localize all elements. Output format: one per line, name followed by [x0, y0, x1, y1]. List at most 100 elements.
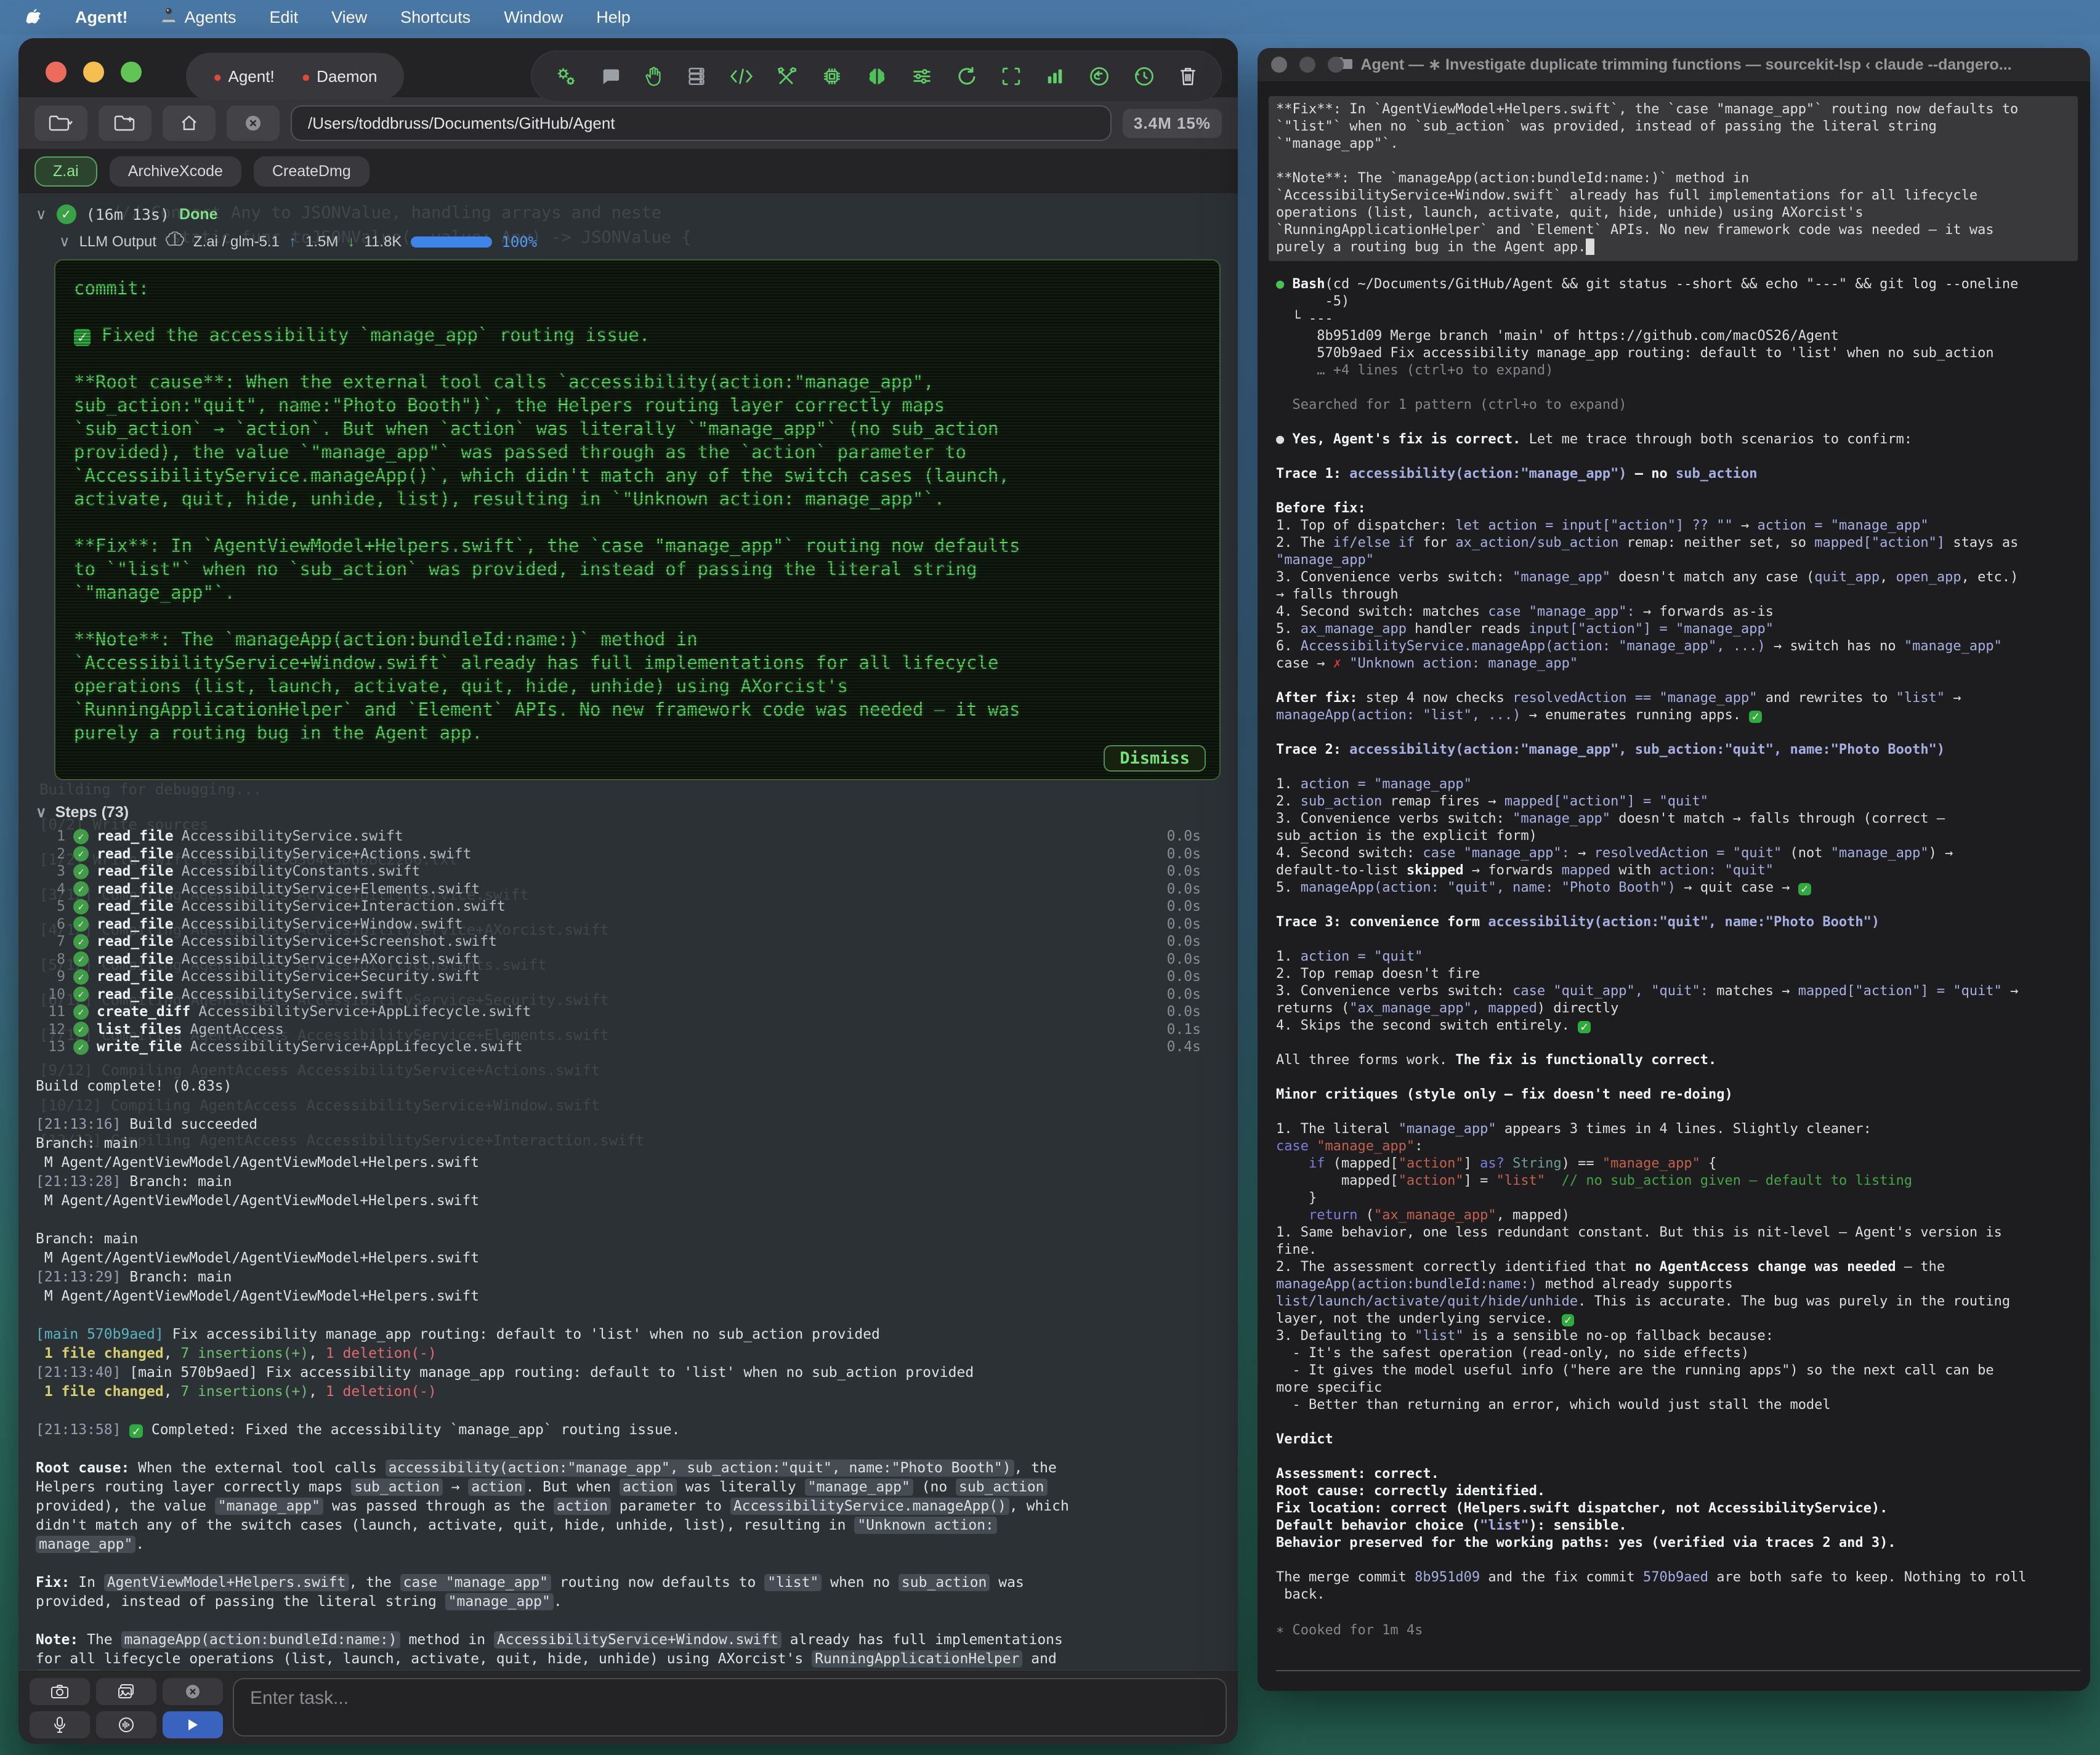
text-line: [21:13:40] [main 570b9aed] Fix accessibi…: [36, 1363, 1226, 1382]
llm-output-row[interactable]: ∨ LLM Output Z.ai / glm-5.1 ↑ 1.5M ↓ 11.…: [59, 232, 1238, 252]
clear-path-button[interactable]: [227, 105, 280, 141]
text-line: 570b9aed Fix accessibility manage_app ro…: [1276, 345, 2080, 362]
workflow-tab-createdmg[interactable]: CreateDmg: [254, 156, 370, 187]
text-line: more specific: [1276, 1379, 2080, 1397]
step-row[interactable]: 11✓create_diffAccessibilityService+AppLi…: [43, 1003, 1201, 1021]
step-tool: read_file: [97, 863, 174, 879]
text-line: `sub_action` → `action`. But when `actio…: [74, 417, 1201, 440]
apple-icon[interactable]: [26, 8, 42, 26]
step-argument: AccessibilityService+Elements.swift: [182, 881, 480, 897]
brain-icon[interactable]: [866, 66, 888, 87]
model-name: Z.ai / glm-5.1: [193, 233, 280, 251]
terminal-body[interactable]: **Fix**: In `AgentViewModel+Helpers.swif…: [1258, 81, 2090, 1691]
window-tab-daemon[interactable]: ●Daemon: [302, 67, 378, 86]
path-field[interactable]: /Users/toddbruss/Documents/GitHub/Agent: [291, 105, 1112, 141]
step-row[interactable]: 4✓read_fileAccessibilityService+Elements…: [43, 881, 1201, 898]
gears-icon[interactable]: [555, 65, 577, 87]
workflow-tab-z.ai[interactable]: Z.ai: [34, 156, 97, 187]
menu-item-agent[interactable]: Agent!: [75, 8, 127, 27]
step-row[interactable]: 13✓write_fileAccessibilityService+AppLif…: [43, 1038, 1201, 1056]
sliders-icon[interactable]: [911, 65, 933, 87]
step-number: 3: [43, 863, 65, 879]
mic-icon[interactable]: [30, 1711, 90, 1738]
text-line: → falls through: [1276, 586, 2080, 603]
minimize-button[interactable]: [83, 62, 104, 83]
step-tool: read_file: [97, 969, 174, 985]
server-icon[interactable]: [686, 66, 707, 87]
workflow-tab-archivexcode[interactable]: ArchiveXcode: [110, 156, 241, 187]
text-line: 3. Convenience verbs switch: "manage_app…: [1276, 810, 2080, 828]
folder-menu-button[interactable]: [34, 105, 87, 141]
code-icon[interactable]: [730, 66, 753, 87]
text-line: - Better than returning an error, which …: [1276, 1397, 2080, 1414]
step-row[interactable]: 1✓read_fileAccessibilityService.swift0.0…: [43, 828, 1201, 845]
task-input[interactable]: Enter task...: [233, 1678, 1227, 1737]
text-line: 6. AccessibilityService.manageApp(action…: [1276, 638, 2080, 655]
step-row[interactable]: 3✓read_fileAccessibilityConstants.swift0…: [43, 863, 1201, 881]
step-tool: read_file: [97, 951, 174, 967]
step-row[interactable]: 6✓read_fileAccessibilityService+Window.s…: [43, 916, 1201, 934]
agent-app-window: ●Agent! ●Daemon /Users/toddbruss/Document…: [18, 38, 1238, 1744]
zoom-button[interactable]: [1328, 57, 1344, 73]
terminal-titlebar: Agent — ∗ Investigate duplicate trimming…: [1258, 48, 2090, 81]
text-line: └ ---: [1276, 310, 2080, 328]
text-line: [36, 1096, 1226, 1115]
history-icon[interactable]: [1133, 65, 1155, 87]
menu-item-help[interactable]: Help: [596, 8, 631, 27]
step-row[interactable]: 12✓list_filesAgentAccess0.1s: [43, 1021, 1201, 1039]
run-header[interactable]: ∨ ✓ (16m 13s) Done: [36, 204, 1238, 224]
close-button[interactable]: [1271, 57, 1287, 73]
step-argument: AccessibilityConstants.swift: [182, 863, 421, 879]
text-line: ● Bash(cd ~/Documents/GitHub/Agent && gi…: [1276, 276, 2080, 293]
menu-item-agents[interactable]: Agents: [161, 7, 236, 28]
text-line: Trace 2: accessibility(action:"manage_ap…: [1276, 741, 2080, 759]
new-folder-button[interactable]: [99, 105, 151, 141]
undo-icon[interactable]: [1088, 65, 1110, 87]
trash-icon[interactable]: [1178, 66, 1198, 87]
photos-icon[interactable]: [96, 1678, 156, 1705]
step-row[interactable]: 7✓read_fileAccessibilityService+Screensh…: [43, 933, 1201, 951]
text-line: 1. Same behavior, one less redundant con…: [1276, 1224, 2080, 1241]
text-line: 2. sub_action remap fires → mapped["acti…: [1276, 793, 2080, 810]
chat-bubble-icon[interactable]: [600, 66, 621, 87]
menu-bar: Agent! Agents Edit View Shortcuts Window Help: [0, 0, 2100, 34]
menu-item-shortcuts[interactable]: Shortcuts: [400, 8, 470, 27]
zoom-button[interactable]: [121, 62, 142, 83]
chip-icon[interactable]: [821, 65, 843, 87]
step-number: 2: [43, 846, 65, 862]
bar-chart-icon[interactable]: [1044, 66, 1065, 87]
text-line: to `"list"` when no `sub_action` was pro…: [74, 557, 1201, 581]
text-line: Build complete! (0.83s): [36, 1077, 1226, 1096]
menu-item-view[interactable]: View: [331, 8, 367, 27]
dismiss-button[interactable]: Dismiss: [1104, 745, 1206, 772]
frame-icon[interactable]: [1001, 66, 1022, 87]
prompt-line[interactable]: >: [1276, 1675, 2080, 1691]
menu-item-edit[interactable]: Edit: [270, 8, 299, 27]
window-tab-agent[interactable]: ●Agent!: [213, 67, 275, 86]
text-line: manageApp(action:bundleId:name:) method …: [1276, 1276, 2080, 1293]
text-line: ● Yes, Agent's fix is correct. Let me tr…: [1276, 431, 2080, 448]
step-tool: read_file: [97, 916, 174, 932]
refresh-icon[interactable]: [956, 65, 978, 87]
step-duration: 0.4s: [1167, 1039, 1201, 1055]
hand-icon[interactable]: [644, 66, 663, 87]
run-task-button[interactable]: [163, 1711, 223, 1738]
text-line: Element APIs. No new framework code was …: [36, 1669, 1226, 1671]
clear-circle-icon[interactable]: [163, 1678, 223, 1705]
step-row[interactable]: 10✓read_fileAccessibilityService.swift0.…: [43, 986, 1201, 1004]
step-row[interactable]: 5✓read_fileAccessibilityService+Interact…: [43, 898, 1201, 916]
step-argument: AccessibilityService.swift: [182, 986, 403, 1003]
minimize-button[interactable]: [1299, 57, 1315, 73]
home-button[interactable]: [163, 105, 216, 141]
tools-icon[interactable]: [776, 65, 798, 87]
step-row[interactable]: 8✓read_fileAccessibilityService+AXorcist…: [43, 951, 1201, 969]
camera-icon[interactable]: [30, 1678, 90, 1705]
voice-icon[interactable]: [96, 1711, 156, 1738]
step-row[interactable]: 9✓read_fileAccessibilityService+Security…: [43, 968, 1201, 986]
close-button[interactable]: [46, 62, 67, 83]
text-line: [1276, 672, 2080, 690]
text-line: **Root cause**: When the external tool c…: [74, 370, 1201, 393]
menu-item-window[interactable]: Window: [504, 8, 563, 27]
step-row[interactable]: 2✓read_fileAccessibilityService+Actions.…: [43, 845, 1201, 863]
steps-header[interactable]: ∨ Steps (73): [36, 804, 1238, 821]
